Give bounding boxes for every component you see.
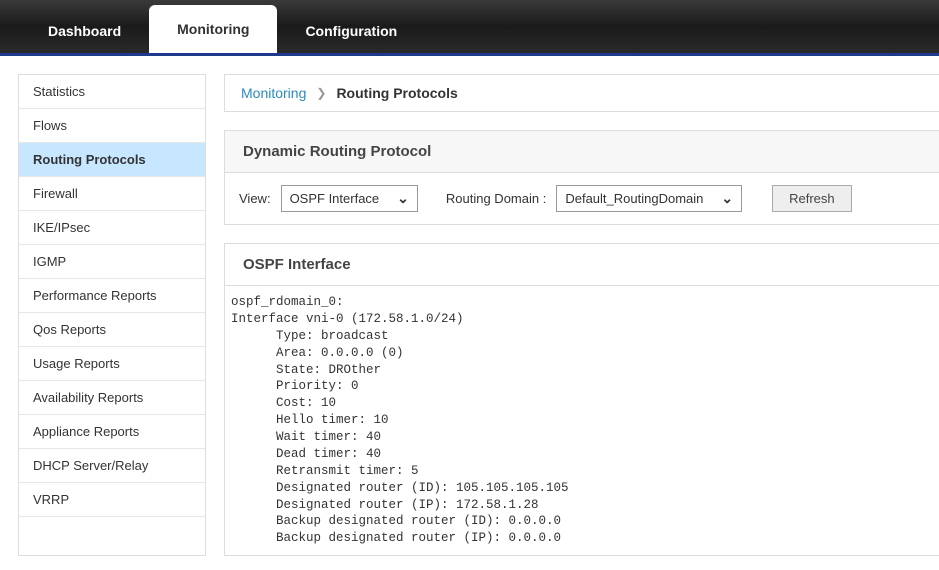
sidebar-item-appliance-reports[interactable]: Appliance Reports xyxy=(19,415,205,449)
sidebar-item-ike-ipsec[interactable]: IKE/IPsec xyxy=(19,211,205,245)
sidebar-item-igmp[interactable]: IGMP xyxy=(19,245,205,279)
chevron-down-icon: ⌄ xyxy=(721,190,733,207)
sidebar-item-dhcp-server-relay[interactable]: DHCP Server/Relay xyxy=(19,449,205,483)
view-label: View: xyxy=(239,191,271,206)
sidebar-item-flows[interactable]: Flows xyxy=(19,109,205,143)
sidebar-item-usage-reports[interactable]: Usage Reports xyxy=(19,347,205,381)
sidebar-item-routing-protocols[interactable]: Routing Protocols xyxy=(19,143,205,177)
panel-ospf-interface: OSPF Interface ospf_rdomain_0: Interface… xyxy=(224,243,939,556)
sidebar-item-qos-reports[interactable]: Qos Reports xyxy=(19,313,205,347)
chevron-right-icon: ❯ xyxy=(316,86,326,100)
sidebar-item-statistics[interactable]: Statistics xyxy=(19,75,205,109)
breadcrumb-parent[interactable]: Monitoring xyxy=(241,85,306,101)
sidebar-item-availability-reports[interactable]: Availability Reports xyxy=(19,381,205,415)
panel-dynamic-routing-protocol: Dynamic Routing Protocol View: OSPF Inte… xyxy=(224,130,939,225)
breadcrumb: Monitoring ❯ Routing Protocols xyxy=(224,74,939,112)
ospf-output: ospf_rdomain_0: Interface vni-0 (172.58.… xyxy=(225,286,939,555)
sidebar-item-firewall[interactable]: Firewall xyxy=(19,177,205,211)
routing-domain-select-value: Default_RoutingDomain xyxy=(565,191,703,206)
tab-monitoring[interactable]: Monitoring xyxy=(149,5,277,53)
view-select-value: OSPF Interface xyxy=(290,191,380,206)
ospf-panel-title: OSPF Interface xyxy=(225,244,939,286)
panel-title: Dynamic Routing Protocol xyxy=(225,131,939,173)
refresh-button[interactable]: Refresh xyxy=(772,185,852,212)
routing-domain-select[interactable]: Default_RoutingDomain ⌄ xyxy=(556,185,742,212)
view-select[interactable]: OSPF Interface ⌄ xyxy=(281,185,418,212)
sidebar-item-performance-reports[interactable]: Performance Reports xyxy=(19,279,205,313)
routing-domain-label: Routing Domain : xyxy=(446,191,546,206)
chevron-down-icon: ⌄ xyxy=(397,190,409,207)
tab-configuration[interactable]: Configuration xyxy=(277,9,425,53)
breadcrumb-current: Routing Protocols xyxy=(336,85,457,101)
sidebar-item-vrrp[interactable]: VRRP xyxy=(19,483,205,517)
tab-dashboard[interactable]: Dashboard xyxy=(20,9,149,53)
top-navbar: Dashboard Monitoring Configuration xyxy=(0,0,939,56)
sidebar: Statistics Flows Routing Protocols Firew… xyxy=(18,74,206,556)
